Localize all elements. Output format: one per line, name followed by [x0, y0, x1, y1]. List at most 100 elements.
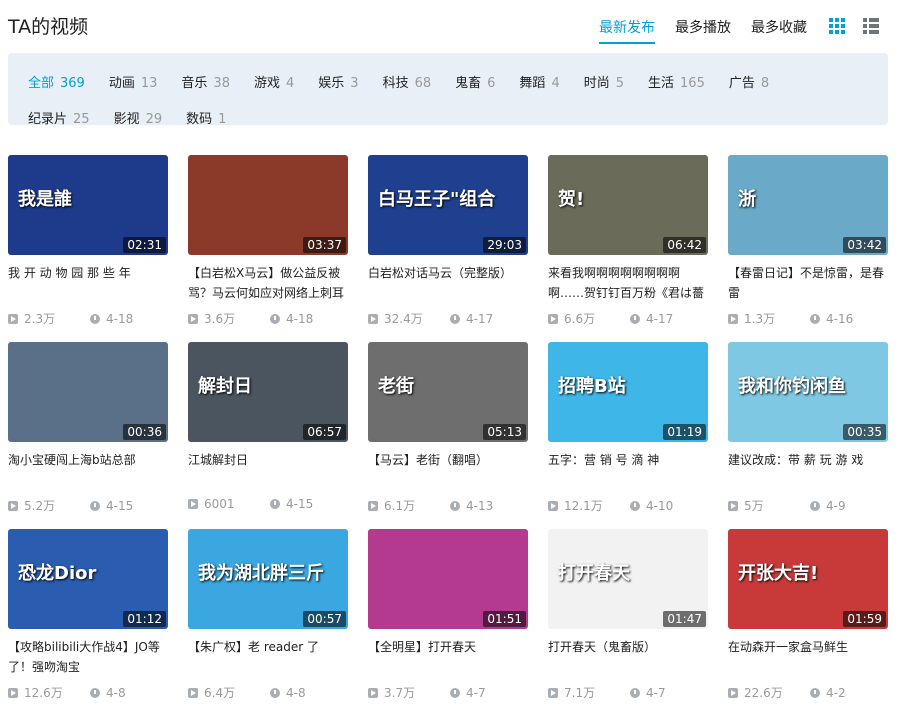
clock-icon — [810, 500, 820, 511]
video-thumbnail[interactable]: 01:51 — [368, 529, 528, 629]
video-thumbnail[interactable]: 解封日 06:57 — [188, 342, 348, 442]
view-count: 7.1万 — [564, 686, 596, 700]
category-4[interactable]: 娱乐 3 — [318, 72, 358, 91]
play-icon — [368, 313, 378, 324]
video-card[interactable]: 招聘B站 01:19 五字：营 销 号 滴 神 12.1万 4-10 — [548, 342, 708, 514]
video-card[interactable]: 开张大吉! 01:59 在动森开一家盒马鲜生 22.6万 4-2 — [728, 529, 888, 700]
video-title[interactable]: 江城解封日 — [188, 450, 348, 490]
page-title: TA的视频 — [8, 16, 89, 38]
video-thumbnail[interactable]: 我是誰 02:31 — [8, 155, 168, 255]
video-duration: 29:03 — [483, 237, 526, 253]
category-count: 25 — [73, 111, 90, 127]
publish-date: 4-17 — [646, 311, 674, 326]
video-title[interactable]: 淘小宝硬闯上海b站总部 — [8, 450, 168, 490]
video-thumbnail[interactable]: 我为湖北胖三斤 00:57 — [188, 529, 348, 629]
video-card[interactable]: 解封日 06:57 江城解封日 6001 4-15 — [188, 342, 348, 512]
grid-icon[interactable] — [828, 17, 846, 35]
video-title[interactable]: 建议改成：带 薪 玩 游 戏 — [728, 450, 888, 490]
list-icon[interactable] — [862, 17, 880, 35]
view-count: 6.4万 — [204, 686, 236, 700]
play-icon — [548, 313, 558, 324]
video-title[interactable]: 白岩松对话马云（完整版） — [368, 263, 528, 303]
video-thumbnail[interactable]: 老街 05:13 — [368, 342, 528, 442]
category-8[interactable]: 时尚 5 — [584, 72, 624, 91]
category-5[interactable]: 科技 68 — [383, 72, 432, 91]
video-thumbnail[interactable]: 00:36 — [8, 342, 168, 442]
video-title[interactable]: 【朱广权】老 reader 了 — [188, 637, 348, 677]
video-duration: 03:37 — [303, 237, 346, 253]
video-title[interactable]: 【全明星】打开春天 — [368, 637, 528, 677]
category-6[interactable]: 鬼畜 6 — [455, 72, 495, 91]
video-title[interactable]: 【攻略bilibili大作战4】JO等了！强吻淘宝 — [8, 637, 168, 677]
video-thumbnail[interactable]: 贺! 06:42 — [548, 155, 708, 255]
video-thumbnail[interactable]: 招聘B站 01:19 — [548, 342, 708, 442]
video-title[interactable]: 我 开 动 物 园 那 些 年 — [8, 263, 168, 303]
video-card[interactable]: 恐龙Dior 01:12 【攻略bilibili大作战4】JO等了！强吻淘宝 12.6… — [8, 529, 168, 700]
video-thumbnail[interactable]: 开张大吉! 01:59 — [728, 529, 888, 629]
video-card[interactable]: 我是誰 02:31 我 开 动 物 园 那 些 年 2.3万 4-18 — [8, 155, 168, 327]
category-9[interactable]: 生活 165 — [648, 72, 705, 91]
category-count: 8 — [760, 75, 770, 91]
video-card[interactable]: 打开春天 01:47 打开春天（鬼畜版） 7.1万 4-7 — [548, 529, 708, 700]
video-thumbnail[interactable]: 白马王子"组合 29:03 — [368, 155, 528, 255]
publish-date: 4-2 — [826, 685, 846, 700]
video-title[interactable]: 来看我啊啊啊啊啊啊啊啊啊……贺钉钉百万粉《君は薔 — [548, 263, 708, 303]
video-thumbnail[interactable]: 恐龙Dior 01:12 — [8, 529, 168, 629]
video-card[interactable]: 00:36 淘小宝硬闯上海b站总部 5.2万 4-15 — [8, 342, 168, 513]
category-2[interactable]: 音乐 38 — [181, 72, 230, 91]
category-count: 29 — [145, 111, 163, 127]
page-header: TA的视频 最新发布 最多播放 最多收藏 — [8, 0, 898, 46]
video-thumbnail[interactable]: 浙 03:42 — [728, 155, 888, 255]
video-card[interactable]: 我和你钓闲鱼 00:35 建议改成：带 薪 玩 游 戏 5万 4-9 — [728, 342, 888, 513]
sort-tab-most-favorited[interactable]: 最多收藏 — [751, 17, 807, 44]
video-title[interactable]: 【春雷日记】不是惊雷，是春雷 — [728, 263, 888, 303]
category-label: 娱乐 — [318, 75, 345, 91]
video-title[interactable]: 五字：营 销 号 滴 神 — [548, 450, 708, 490]
category-0[interactable]: 全部 369 — [28, 72, 85, 91]
category-3[interactable]: 游戏 4 — [254, 72, 294, 91]
video-title[interactable]: 在动森开一家盒马鲜生 — [728, 637, 888, 677]
sort-tab-most-played[interactable]: 最多播放 — [675, 17, 731, 44]
view-count: 1.3万 — [744, 312, 776, 326]
view-count: 3.6万 — [204, 312, 236, 326]
sort-tab-latest[interactable]: 最新发布 — [599, 17, 655, 44]
category-12[interactable]: 影视 29 — [114, 108, 163, 127]
category-7[interactable]: 舞蹈 4 — [519, 72, 559, 91]
video-card[interactable]: 我为湖北胖三斤 00:57 【朱广权】老 reader 了 6.4万 4-8 — [188, 529, 348, 701]
category-13[interactable]: 数码 1 — [186, 108, 226, 127]
clock-icon — [810, 687, 820, 698]
video-card[interactable]: 浙 03:42 【春雷日记】不是惊雷，是春雷 1.3万 4-16 — [728, 155, 888, 326]
video-title[interactable]: 【马云】老街（翻唱） — [368, 450, 528, 490]
category-11[interactable]: 纪录片 25 — [28, 108, 90, 127]
category-10[interactable]: 广告 8 — [729, 72, 769, 91]
publish-date: 4-7 — [646, 685, 666, 700]
category-count: 38 — [213, 75, 230, 91]
sort-tabs: 最新发布 最多播放 最多收藏 — [599, 17, 827, 44]
video-title[interactable]: 打开春天（鬼畜版） — [548, 637, 708, 677]
video-meta: 12.1万 4-10 — [548, 497, 708, 514]
video-meta: 6.1万 4-13 — [368, 497, 528, 514]
category-1[interactable]: 动画 13 — [109, 72, 158, 91]
publish-date: 4-17 — [466, 311, 494, 326]
video-meta: 2.3万 4-18 — [8, 310, 168, 327]
thumbnail-caption: 解封日 — [198, 376, 252, 397]
category-label: 广告 — [728, 75, 755, 91]
video-card[interactable]: 贺! 06:42 来看我啊啊啊啊啊啊啊啊啊……贺钉钉百万粉《君は薔 6.6万 4-17 — [548, 155, 708, 326]
video-thumbnail[interactable]: 打开春天 01:47 — [548, 529, 708, 629]
video-card[interactable]: 01:51 【全明星】打开春天 3.7万 4-7 — [368, 529, 528, 700]
clock-icon — [90, 500, 100, 511]
thumbnail-caption: 我是誰 — [18, 189, 72, 210]
category-label: 舞蹈 — [519, 75, 546, 91]
publish-date: 4-9 — [826, 498, 846, 513]
video-card[interactable]: 白马王子"组合 29:03 白岩松对话马云（完整版） 32.4万 4-17 — [368, 155, 528, 326]
video-thumbnail[interactable]: 03:37 — [188, 155, 348, 255]
thumbnail-caption: 我为湖北胖三斤 — [198, 563, 324, 584]
video-title[interactable]: 【白岩松X马云】做公益反被骂？马云何如应对网络上刺耳 — [188, 263, 348, 303]
video-duration: 06:57 — [303, 424, 346, 440]
video-card[interactable]: 03:37 【白岩松X马云】做公益反被骂？马云何如应对网络上刺耳 3.6万 4-18 — [188, 155, 348, 326]
video-thumbnail[interactable]: 我和你钓闲鱼 00:35 — [728, 342, 888, 442]
video-meta: 6.4万 4-8 — [188, 684, 348, 701]
video-card[interactable]: 老街 05:13 【马云】老街（翻唱） 6.1万 4-13 — [368, 342, 528, 514]
play-icon — [368, 500, 378, 511]
clock-icon — [270, 687, 280, 698]
